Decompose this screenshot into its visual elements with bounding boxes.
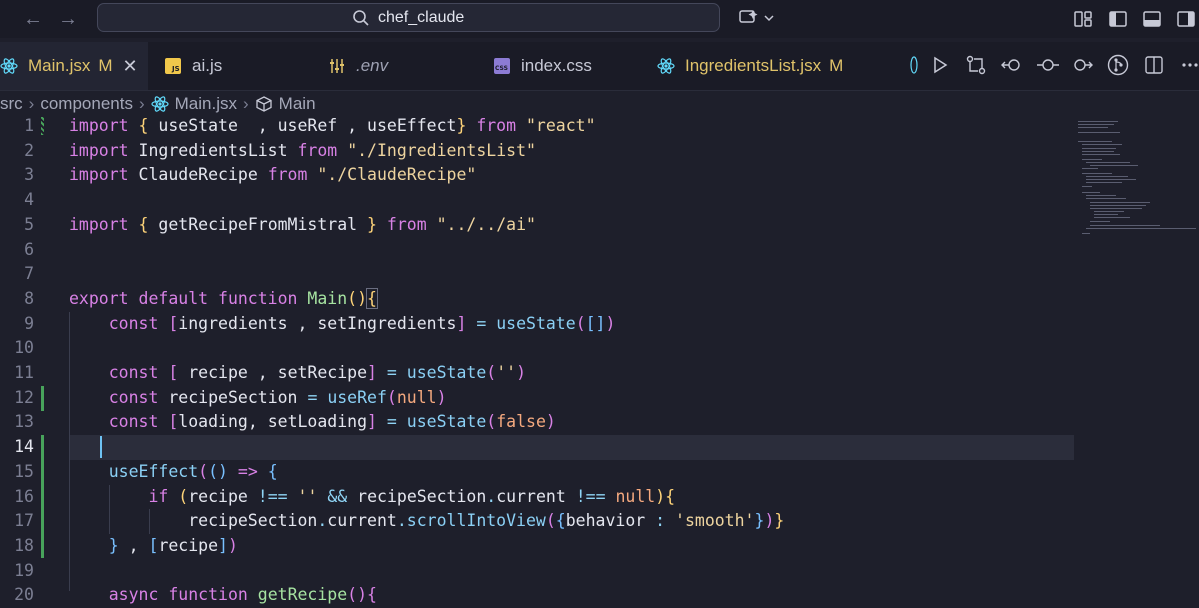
cube-symbol-icon	[256, 96, 272, 112]
tab-main-jsx[interactable]: Main.jsx M ✕	[0, 42, 148, 90]
code-line: 15 useEffect(() => {	[0, 460, 1199, 485]
code-line: 11 const [ recipe , setRecipe] = useStat…	[0, 361, 1199, 386]
line-number: 19	[14, 560, 34, 580]
js-file-icon: JS	[164, 57, 182, 75]
code-line: 6	[0, 238, 1199, 263]
line-number: 11	[14, 363, 34, 382]
toggle-secondary-sidebar-icon[interactable]	[1176, 9, 1196, 29]
line-number: 18	[14, 535, 34, 555]
line-number: 5	[24, 214, 34, 234]
code-line: 7	[0, 262, 1199, 287]
svg-text:CSS: CSS	[495, 65, 508, 72]
modified-indicator: M	[829, 56, 844, 75]
git-commit-icon[interactable]	[1036, 53, 1060, 77]
line-number: 6	[24, 239, 34, 259]
search-text: chef_claude	[378, 9, 465, 26]
code-line: 8 export default function Main(){	[0, 287, 1199, 312]
code-line: 3 import ClaudeRecipe from "./ClaudeReci…	[0, 163, 1199, 188]
line-number: 1	[24, 116, 34, 135]
code-line: 14	[0, 435, 1199, 460]
code-line: 17 recipeSection.current.scrollIntoView(…	[0, 509, 1199, 534]
line-number: 13	[14, 412, 34, 432]
line-number: 7	[24, 264, 34, 284]
toggle-panel-icon[interactable]	[1142, 9, 1162, 29]
breadcrumb-main-symbol[interactable]: Main	[255, 94, 316, 114]
code-line: 20 async function getRecipe(){	[0, 583, 1199, 608]
line-number: 17	[14, 511, 34, 531]
copilot-menu-button[interactable]	[738, 8, 774, 28]
line-number: 16	[14, 486, 34, 506]
line-number: 15	[14, 461, 34, 481]
line-number: 4	[24, 190, 34, 210]
code-line: 2 import IngredientsList from "./Ingredi…	[0, 139, 1199, 164]
line-number: 20	[14, 585, 34, 605]
code-line: 12 const recipeSection = useRef(null)	[0, 386, 1199, 411]
line-number: 10	[14, 338, 34, 358]
code-line: 4	[0, 188, 1199, 213]
code-line: 16 if (recipe !== '' && recipeSection.cu…	[0, 485, 1199, 510]
code-line: 13 const [loading, setLoading] = useStat…	[0, 410, 1199, 435]
line-number: 9	[24, 313, 34, 333]
forward-arrow-icon[interactable]: →	[55, 6, 81, 32]
line-number: 8	[24, 288, 34, 308]
line-number: 2	[24, 140, 34, 160]
tab-label: Main.jsx	[28, 56, 91, 75]
react-icon	[0, 57, 18, 75]
chevron-down-icon	[764, 15, 774, 22]
tab-env[interactable]: .env	[328, 42, 388, 90]
customize-layout-icon[interactable]	[1073, 9, 1093, 29]
back-arrow-icon[interactable]: ←	[20, 6, 46, 32]
modified-indicator: M	[98, 56, 113, 75]
sparkle-chat-icon	[739, 10, 758, 23]
react-icon	[151, 96, 169, 112]
line-number-current: 14	[14, 437, 34, 457]
chevron-right-icon: ›	[138, 94, 145, 113]
git-next-change-icon[interactable]	[1070, 53, 1094, 77]
css-file-icon: CSS	[493, 57, 511, 75]
breadcrumb-main-jsx[interactable]: Main.jsx	[151, 94, 237, 114]
split-editor-icon[interactable]	[1142, 53, 1166, 77]
tab-index-css[interactable]: CSS index.css	[493, 42, 592, 90]
run-icon[interactable]	[928, 53, 952, 77]
command-center-search[interactable]: chef_claude	[97, 3, 720, 32]
more-actions-icon[interactable]	[1178, 53, 1199, 77]
toggle-primary-sidebar-icon[interactable]	[1108, 9, 1128, 29]
env-settings-icon	[328, 57, 346, 75]
tab-ingredientslist-jsx[interactable]: IngredientsList.jsx M	[657, 42, 843, 90]
git-graph-icon[interactable]	[1106, 53, 1130, 77]
chevron-right-icon: ›	[243, 94, 249, 113]
breadcrumb-components[interactable]: components	[40, 94, 133, 114]
chevron-right-icon: ›	[28, 94, 35, 113]
close-icon[interactable]: ✕	[123, 56, 138, 77]
code-editor[interactable]: 1 import { useState , useRef , useEffect…	[0, 114, 1199, 604]
code-line: 10	[0, 336, 1199, 361]
tab-label: index.css	[521, 56, 592, 75]
minimap[interactable]	[1074, 117, 1199, 591]
git-previous-change-icon[interactable]	[1000, 53, 1024, 77]
code-line: 9 const [ingredients , setIngredients] =…	[0, 312, 1199, 337]
tab-label: ai.js	[192, 56, 223, 75]
breadcrumb-label: Main	[278, 94, 316, 113]
breadcrumb-src[interactable]: src	[0, 94, 23, 114]
code-line: 18 } , [recipe])	[0, 534, 1199, 559]
tab-label: IngredientsList.jsx	[685, 56, 822, 75]
breadcrumb-label: Main.jsx	[174, 94, 237, 113]
code-line: 5 import { getRecipeFromMistral } from "…	[0, 213, 1199, 238]
react-overflow-icon[interactable]	[906, 53, 922, 77]
react-icon	[657, 57, 675, 75]
compare-changes-icon[interactable]	[964, 53, 988, 77]
code-line: 1 import { useState , useRef , useEffect…	[0, 114, 1199, 139]
code-line: 19	[0, 559, 1199, 584]
title-bar: ← → chef_claude	[0, 0, 1199, 38]
tab-label: .env	[356, 56, 389, 75]
breadcrumb: src › components › Main.jsx › Main	[0, 92, 316, 116]
search-icon	[353, 10, 369, 26]
tab-ai-js[interactable]: JS ai.js	[164, 42, 222, 90]
line-number: 12	[14, 387, 34, 407]
svg-text:JS: JS	[171, 65, 180, 73]
line-number: 3	[24, 165, 34, 185]
